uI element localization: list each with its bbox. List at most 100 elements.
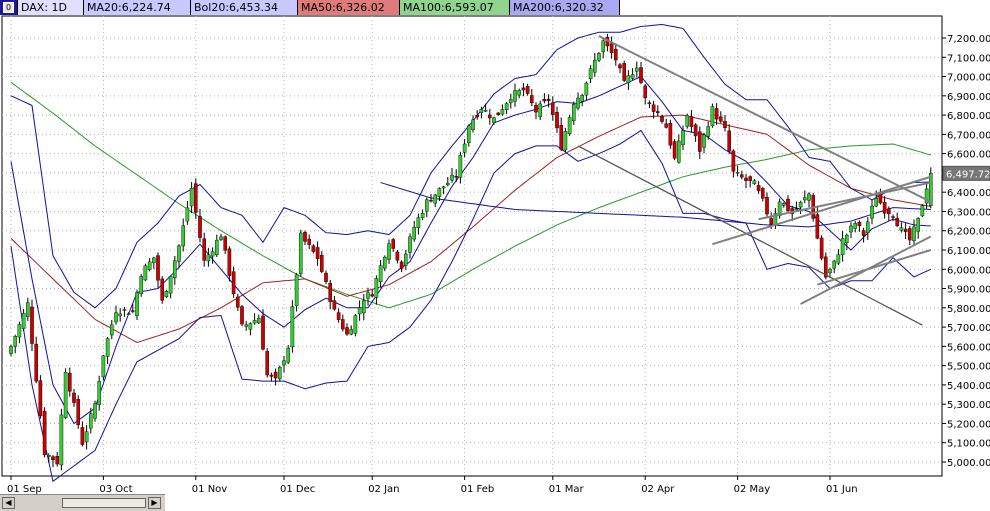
x-tick-label: 01 Nov — [192, 484, 228, 495]
candle-down — [542, 99, 547, 102]
y-tick-label: 5,900.00 — [947, 285, 990, 296]
candle-up — [59, 414, 64, 466]
candle-up — [492, 117, 496, 123]
y-tick-label: 6,800.00 — [947, 111, 990, 122]
candle-up — [803, 197, 807, 201]
y-tick-label: 5,700.00 — [947, 323, 990, 334]
candle-up — [836, 254, 841, 264]
candle-up — [97, 381, 101, 405]
candle-up — [416, 217, 421, 229]
candle-up — [164, 291, 169, 297]
candle-down — [672, 141, 677, 159]
candle-down — [819, 237, 824, 259]
candle-up — [576, 97, 580, 109]
candle-down — [72, 392, 76, 403]
candle-down — [895, 218, 899, 227]
candle-down — [76, 399, 80, 426]
candle-down — [551, 102, 555, 115]
candle-up — [21, 313, 26, 329]
candle-up — [17, 324, 22, 338]
candle-up — [471, 119, 475, 131]
scroll-left-arrow-icon[interactable]: ◀ — [2, 497, 15, 509]
candle-down — [34, 343, 38, 382]
candle-up — [593, 59, 597, 73]
candle-up — [252, 320, 257, 324]
candle-up — [849, 225, 853, 233]
candle-up — [509, 99, 513, 104]
y-tick-label: 6,600.00 — [947, 150, 990, 161]
candle-down — [51, 456, 55, 461]
candle-up — [601, 40, 605, 53]
candle-down — [391, 239, 396, 249]
candle-up — [870, 205, 874, 219]
y-tick-label: 5,200.00 — [947, 419, 990, 430]
x-tick-label: 01 Mar — [549, 484, 585, 495]
candle-down — [534, 105, 538, 113]
candle-up — [181, 225, 186, 247]
candle-up — [378, 265, 383, 283]
candle-down — [429, 199, 433, 202]
candle-down — [546, 98, 551, 102]
candle-up — [874, 197, 878, 207]
candle-down — [643, 85, 647, 99]
y-tick-label: 6,900.00 — [947, 92, 990, 103]
candle-up — [710, 106, 715, 126]
candle-up — [177, 245, 181, 262]
candle-down — [878, 193, 883, 204]
candle-down — [265, 351, 270, 376]
candle-up — [114, 312, 118, 323]
candle-down — [555, 112, 559, 129]
price-chart[interactable]: 5,000.00 5,100.00 5,200.00 5,300.00 5,400.00… — [0, 0, 990, 510]
y-tick-label: 5,400.00 — [947, 381, 990, 392]
candle-up — [920, 205, 925, 217]
candle-down — [786, 198, 790, 211]
candle-down — [731, 150, 736, 172]
candle-down — [202, 238, 207, 261]
candle-down — [723, 121, 727, 128]
candle-up — [357, 307, 362, 315]
y-tick-label: 7,200.00 — [947, 34, 990, 45]
candle-up — [219, 236, 223, 241]
candle-up — [912, 226, 916, 241]
candle-down — [320, 254, 324, 272]
candle-up — [588, 68, 593, 79]
scroll-right-arrow-icon[interactable]: ▶ — [148, 497, 161, 509]
x-tick-label: 01 Dec — [280, 484, 315, 495]
candle-down — [903, 228, 908, 233]
candle-up — [483, 110, 488, 112]
candle-up — [109, 324, 114, 336]
candle-up — [47, 455, 51, 457]
candle-up — [139, 276, 144, 295]
candle-up — [387, 243, 391, 260]
y-tick-label: 5,100.00 — [947, 439, 990, 450]
candle-up — [126, 313, 131, 315]
candle-down — [303, 232, 307, 242]
candle-down — [887, 208, 891, 215]
candle-down — [761, 188, 765, 199]
candle-up — [135, 292, 139, 316]
candle-up — [147, 261, 152, 270]
candle-up — [446, 182, 450, 186]
candle-down — [815, 214, 820, 239]
candle-up — [9, 346, 13, 354]
candle-down — [660, 116, 664, 122]
candle-up — [572, 104, 576, 121]
candle-up — [366, 292, 370, 299]
candle-down — [656, 111, 660, 113]
x-tick-label: 01 Feb — [461, 484, 495, 495]
candle-down — [399, 261, 404, 269]
candle-up — [845, 234, 849, 243]
candle-down — [521, 87, 526, 91]
grid-lines — [1, 15, 943, 477]
candle-down — [231, 271, 236, 295]
candle-down — [530, 95, 534, 104]
y-tick-label: 6,700.00 — [947, 130, 990, 141]
candle-down — [882, 202, 887, 214]
candle-up — [185, 207, 190, 222]
scroll-thumb[interactable] — [62, 498, 146, 508]
candle-up — [257, 317, 261, 324]
horizontal-scrollbar[interactable]: ◀ ▶ — [0, 494, 165, 511]
candle-up — [362, 300, 366, 313]
y-tick-label: 5,000.00 — [947, 458, 990, 469]
y-tick-label: 7,100.00 — [947, 53, 990, 64]
